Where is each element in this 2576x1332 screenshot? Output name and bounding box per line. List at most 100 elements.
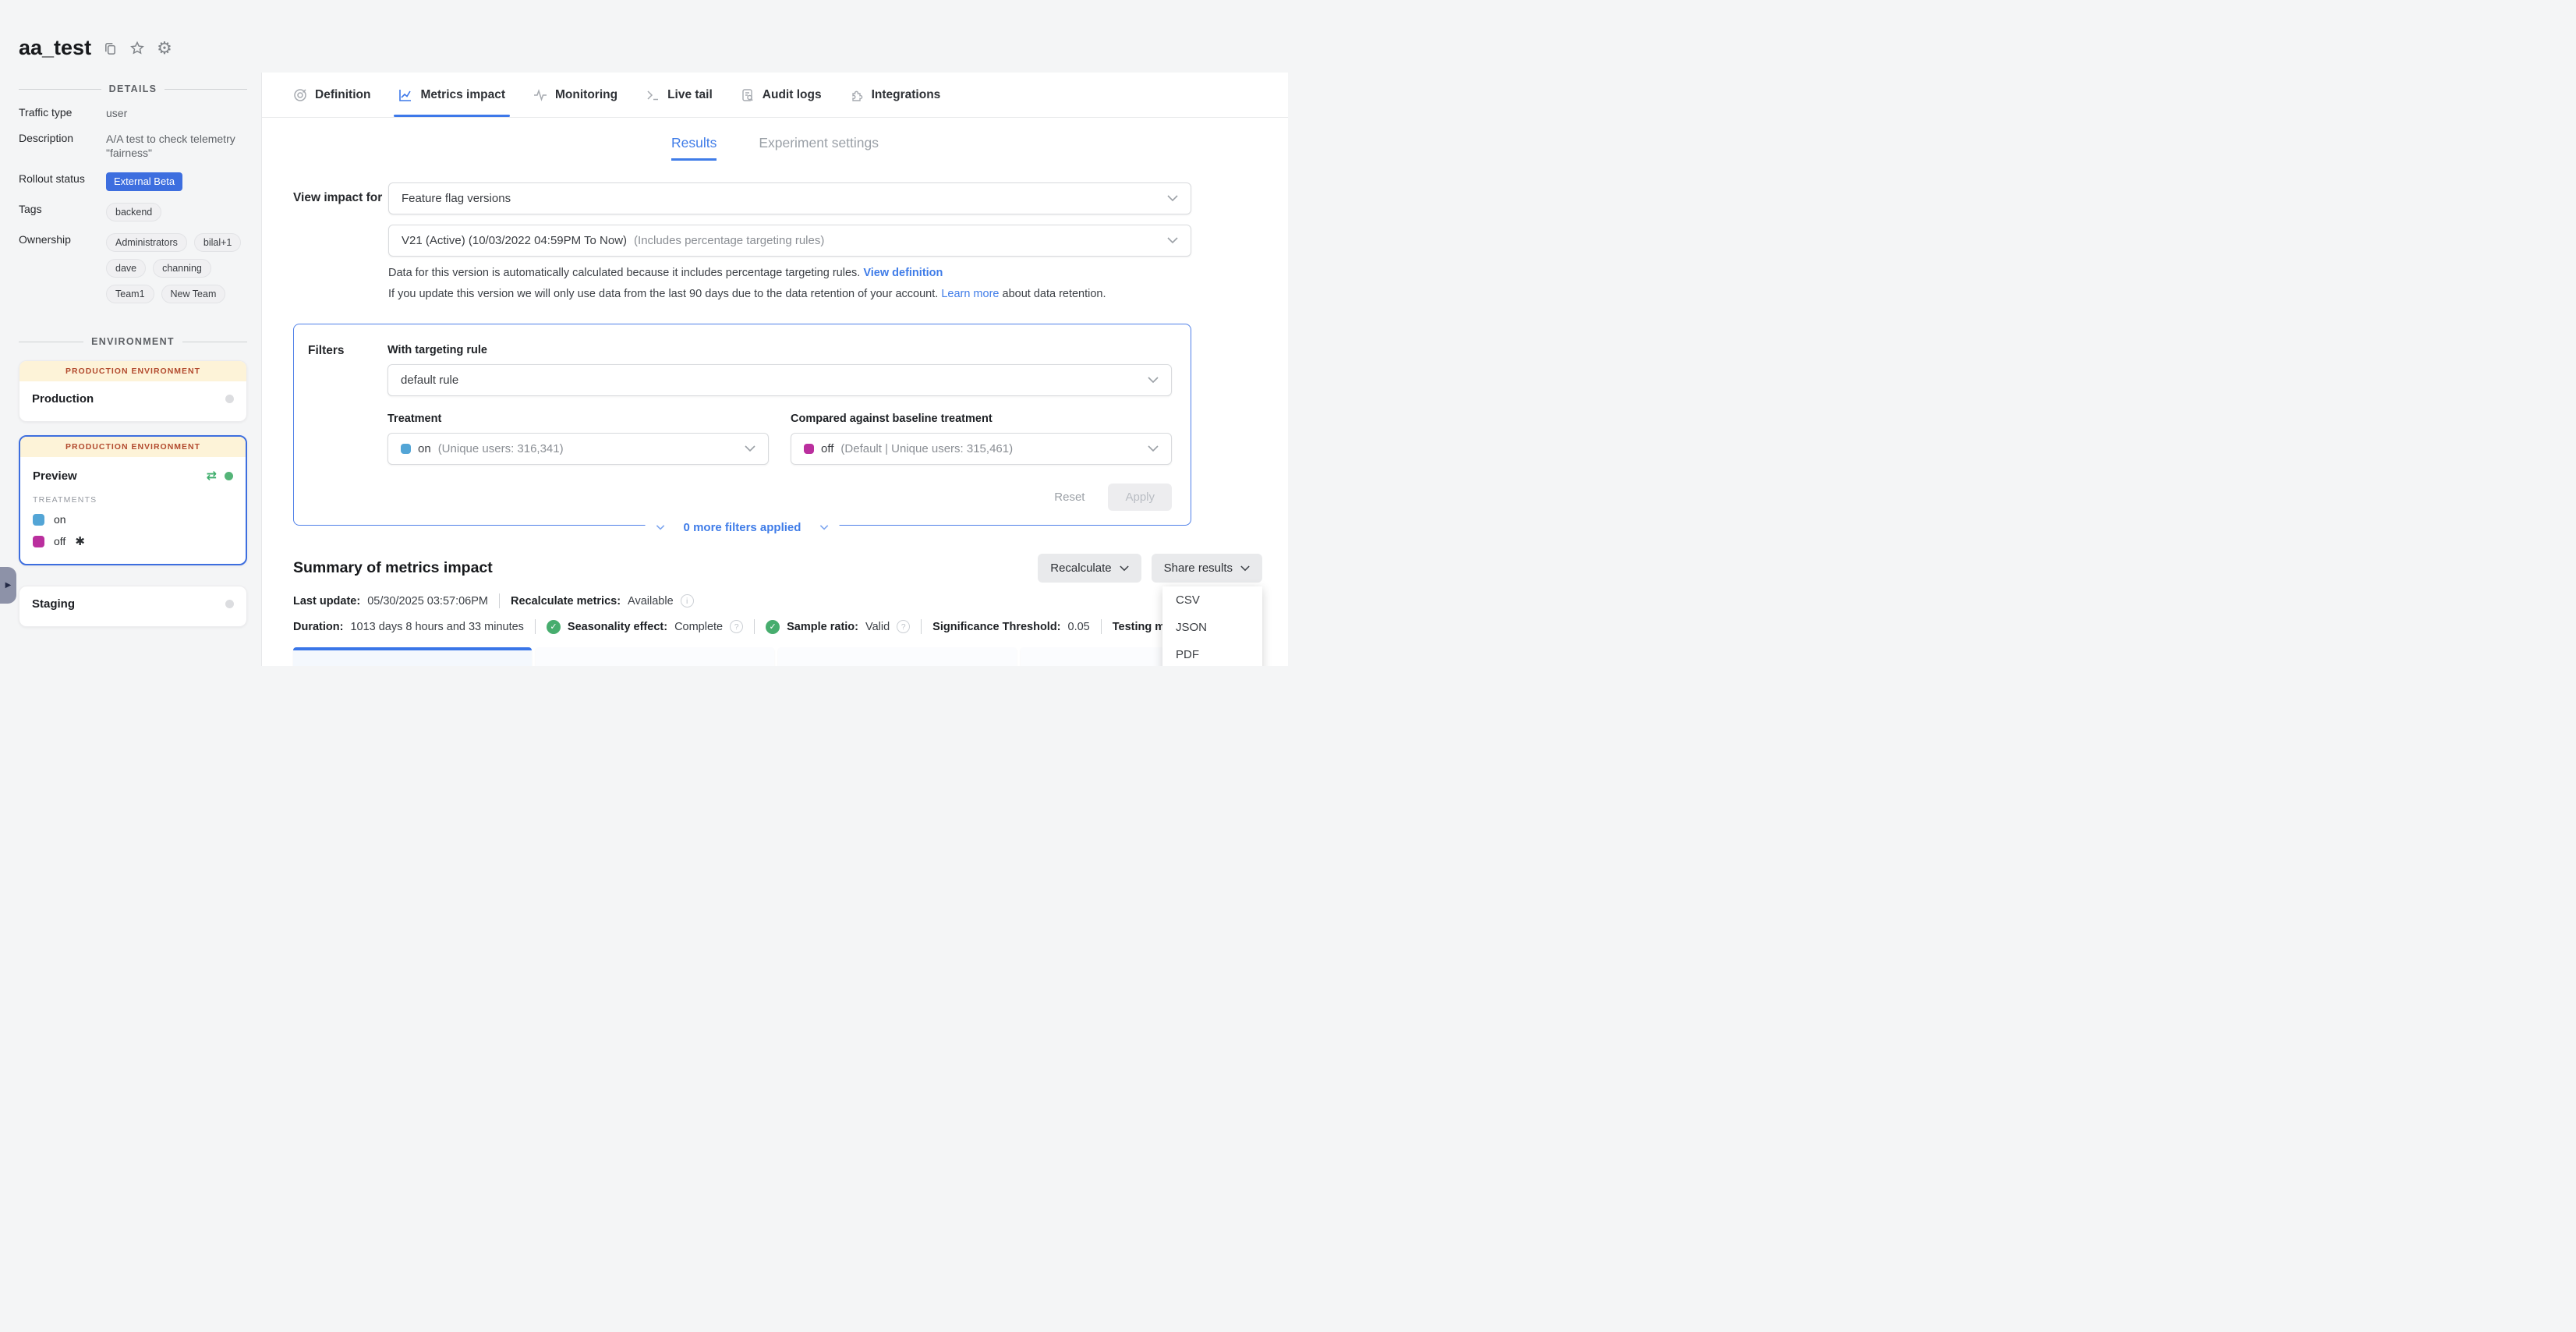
version-note-line1: Data for this version is automatically c… bbox=[388, 265, 1191, 282]
version-type-select[interactable]: Feature flag versions bbox=[388, 182, 1191, 214]
version-select[interactable]: V21 (Active) (10/03/2022 04:59PM To Now)… bbox=[388, 225, 1191, 257]
more-filters-toggle[interactable]: 0 more filters applied bbox=[646, 521, 840, 534]
menu-item-csv[interactable]: CSV bbox=[1162, 586, 1262, 614]
description-value: A/A test to check telemetry "fairness" bbox=[106, 132, 247, 160]
summary-section: Summary of metrics impact Recalculate Sh… bbox=[293, 554, 1262, 666]
baseline-label: Compared against baseline treatment bbox=[791, 413, 1172, 425]
rollout-status-row: Rollout status External Beta bbox=[19, 172, 247, 192]
copy-icon[interactable] bbox=[103, 41, 118, 55]
check-circle-icon: ✓ bbox=[766, 620, 780, 634]
treatments-heading: TREATMENTS bbox=[33, 495, 233, 505]
chevron-down-icon bbox=[819, 525, 828, 530]
chevron-down-icon bbox=[1240, 565, 1250, 572]
status-dot-green bbox=[225, 472, 233, 480]
owner-chip[interactable]: dave bbox=[106, 259, 146, 278]
targeting-rule-select[interactable]: default rule bbox=[387, 364, 1172, 396]
rollout-status-badge[interactable]: External Beta bbox=[106, 172, 182, 192]
baseline-select[interactable]: off (Default | Unique users: 315,461) bbox=[791, 433, 1172, 465]
metric-cards-row: All metrics 12 Desired impact 0 Undesire… bbox=[293, 647, 1262, 666]
treatment-select[interactable]: on (Unique users: 316,341) bbox=[387, 433, 769, 465]
swap-arrows-icon[interactable]: ⇄ bbox=[207, 468, 217, 484]
description-label: Description bbox=[19, 132, 106, 160]
share-results-button[interactable]: Share results bbox=[1152, 554, 1262, 583]
info-icon[interactable]: i bbox=[681, 594, 694, 608]
apply-button[interactable]: Apply bbox=[1108, 484, 1172, 511]
chevron-down-icon bbox=[1148, 377, 1159, 384]
env-card-preview[interactable]: PRODUCTION ENVIRONMENT Preview ⇄ TREATME… bbox=[19, 435, 247, 565]
treatment-on-swatch bbox=[33, 514, 44, 526]
filters-label: Filters bbox=[308, 344, 387, 511]
owner-chip[interactable]: channing bbox=[153, 259, 211, 278]
status-dot-gray bbox=[225, 395, 234, 403]
traffic-type-row: Traffic type user bbox=[19, 106, 247, 120]
view-impact-label: View impact for bbox=[293, 182, 388, 303]
sidebar: DETAILS Traffic type user Description A/… bbox=[0, 73, 261, 666]
env-name: Staging bbox=[32, 597, 75, 611]
metric-card-desired-impact[interactable]: Desired impact 0 bbox=[536, 647, 774, 666]
tab-definition[interactable]: Definition bbox=[293, 73, 370, 117]
metric-card-all-metrics[interactable]: All metrics 12 bbox=[293, 647, 532, 666]
default-treatment-asterisk-icon: ✱ bbox=[75, 534, 85, 548]
owner-chip[interactable]: Administrators bbox=[106, 233, 187, 252]
tags-label: Tags bbox=[19, 203, 106, 221]
treatment-label: on bbox=[54, 513, 66, 526]
main-content: Definition Metrics impact Monitoring bbox=[261, 73, 1288, 666]
gear-icon[interactable]: ⚙ bbox=[157, 40, 172, 57]
menu-item-pdf[interactable]: PDF bbox=[1162, 641, 1262, 666]
env-name: Production bbox=[32, 392, 94, 406]
sidebar-collapse-handle[interactable]: ▶ bbox=[0, 567, 16, 604]
reset-button[interactable]: Reset bbox=[1054, 491, 1085, 504]
check-circle-icon: ✓ bbox=[547, 620, 561, 634]
treatment-label: Treatment bbox=[387, 413, 769, 425]
ownership-row: Ownership Administrators bilal+1 dave ch… bbox=[19, 233, 247, 303]
treatment-on-row: on bbox=[33, 513, 233, 526]
terminal-icon bbox=[646, 88, 660, 102]
last-update-line: Last update: 05/30/2025 03:57:06PM Recal… bbox=[293, 593, 1262, 608]
owner-chip[interactable]: Team1 bbox=[106, 285, 154, 303]
audit-log-icon bbox=[741, 88, 755, 102]
metric-card-undesired-impact[interactable]: Undesired impact 0 bbox=[778, 647, 1017, 666]
target-icon bbox=[293, 88, 307, 102]
help-icon[interactable]: ? bbox=[897, 620, 910, 633]
tag-chip[interactable]: backend bbox=[106, 203, 161, 221]
tab-live-tail[interactable]: Live tail bbox=[646, 73, 713, 117]
filters-panel: Filters With targeting rule default rule… bbox=[293, 324, 1191, 526]
production-env-banner: PRODUCTION ENVIRONMENT bbox=[20, 437, 246, 457]
share-results-menu: CSV JSON PDF Copy URL bbox=[1162, 586, 1262, 666]
page-title: aa_test bbox=[19, 36, 91, 60]
recalculate-button[interactable]: Recalculate bbox=[1038, 554, 1141, 583]
tab-bar: Definition Metrics impact Monitoring bbox=[262, 73, 1288, 118]
star-icon[interactable] bbox=[129, 41, 145, 56]
duration-line: Duration: 1013 days 8 hours and 33 minut… bbox=[293, 619, 1262, 634]
tab-audit-logs[interactable]: Audit logs bbox=[741, 73, 822, 117]
owner-chip[interactable]: bilal+1 bbox=[194, 233, 242, 252]
env-name: Preview bbox=[33, 469, 77, 483]
traffic-type-value: user bbox=[106, 106, 247, 120]
tab-monitoring[interactable]: Monitoring bbox=[533, 73, 617, 117]
chevron-down-icon bbox=[1167, 237, 1178, 244]
tab-metrics-impact[interactable]: Metrics impact bbox=[398, 73, 505, 117]
menu-item-json[interactable]: JSON bbox=[1162, 614, 1262, 641]
chevron-down-icon bbox=[1167, 195, 1178, 202]
ownership-label: Ownership bbox=[19, 233, 106, 303]
env-card-staging[interactable]: Staging bbox=[19, 586, 247, 627]
subtab-experiment-settings[interactable]: Experiment settings bbox=[759, 135, 879, 161]
pulse-icon bbox=[533, 88, 547, 102]
summary-title: Summary of metrics impact bbox=[293, 559, 493, 577]
help-icon[interactable]: ? bbox=[730, 620, 743, 633]
details-heading: DETAILS bbox=[19, 83, 247, 94]
learn-more-link[interactable]: Learn more bbox=[941, 288, 999, 300]
environment-heading: ENVIRONMENT bbox=[19, 336, 247, 347]
chevron-down-icon bbox=[745, 445, 755, 452]
rollout-status-label: Rollout status bbox=[19, 172, 106, 192]
treatment-off-swatch bbox=[804, 444, 814, 454]
tab-integrations[interactable]: Integrations bbox=[850, 73, 941, 117]
subtab-results[interactable]: Results bbox=[671, 135, 717, 161]
production-env-banner: PRODUCTION ENVIRONMENT bbox=[19, 361, 246, 381]
status-dot-gray bbox=[225, 600, 234, 608]
env-card-production[interactable]: PRODUCTION ENVIRONMENT Production bbox=[19, 360, 247, 422]
owner-chip[interactable]: New Team bbox=[161, 285, 226, 303]
treatment-label: off bbox=[54, 535, 65, 547]
chevron-down-icon bbox=[1120, 565, 1129, 572]
view-definition-link[interactable]: View definition bbox=[863, 267, 943, 279]
